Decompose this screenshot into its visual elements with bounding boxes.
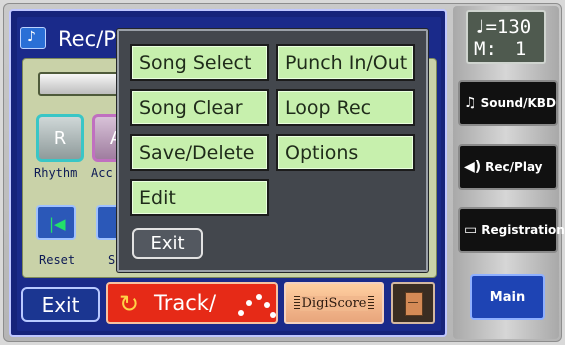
exit-button[interactable]: Exit [21,287,100,322]
acc-label: Acc [91,166,113,180]
notebook-button[interactable] [391,282,435,324]
rhythm-letter: R [53,127,67,149]
digiscore-button[interactable]: DigiScore [284,282,384,324]
registration-label: Registration [481,223,565,237]
speaker-icon: ◀) [464,159,482,175]
tempo-display: ♩=130 M: 1 [466,10,546,64]
position-slider[interactable] [38,72,128,96]
song-select-button[interactable]: Song Select [130,44,269,81]
save-delete-button[interactable]: Save/Delete [130,134,269,171]
reset-button[interactable]: |◀ [36,205,76,240]
options-button[interactable]: Options [276,134,415,171]
rec-play-label: Rec/Play [485,160,543,174]
track-button[interactable]: ↻ Track/ [106,282,278,324]
rec-play-button[interactable]: ◀) Rec/Play [458,144,558,190]
edit-button[interactable]: Edit [130,179,269,216]
measure-value: 1 [514,38,527,60]
measure-label: M: [474,38,497,60]
punch-in-out-button[interactable]: Punch In/Out [276,44,415,81]
song-icon [20,27,46,49]
rhythm-label: Rhythm [34,166,78,180]
popup-exit-button[interactable]: Exit [132,228,203,259]
track-label: Track/ [154,291,217,315]
registration-button[interactable]: ▭ Registration [458,207,565,253]
sound-kbd-button[interactable]: ♫ Sound/KBD [458,80,558,126]
book-icon: ▭ [464,222,478,238]
digiscore-label: DigiScore [299,295,369,311]
rhythm-part-button[interactable]: R [36,114,84,162]
reset-label: Reset [39,253,76,267]
main-button[interactable]: Main [470,274,545,320]
song-clear-button[interactable]: Song Clear [130,89,269,126]
dots-icon [234,288,278,320]
screen-title: Rec/Pl [58,27,118,51]
loop-icon: ↻ [119,290,140,318]
song-menu-popup: Song Select Punch In/Out Song Clear Loop… [117,29,428,272]
tempo-value: ♩=130 [474,16,532,38]
skip-to-start-icon: |◀ [49,215,66,233]
loop-rec-button[interactable]: Loop Rec [276,89,415,126]
sound-kbd-label: Sound/KBD [480,96,556,110]
stop-label: S [108,253,116,267]
music-note-icon: ♫ [464,95,477,111]
digiscore-staff-icon: DigiScore [293,295,375,311]
